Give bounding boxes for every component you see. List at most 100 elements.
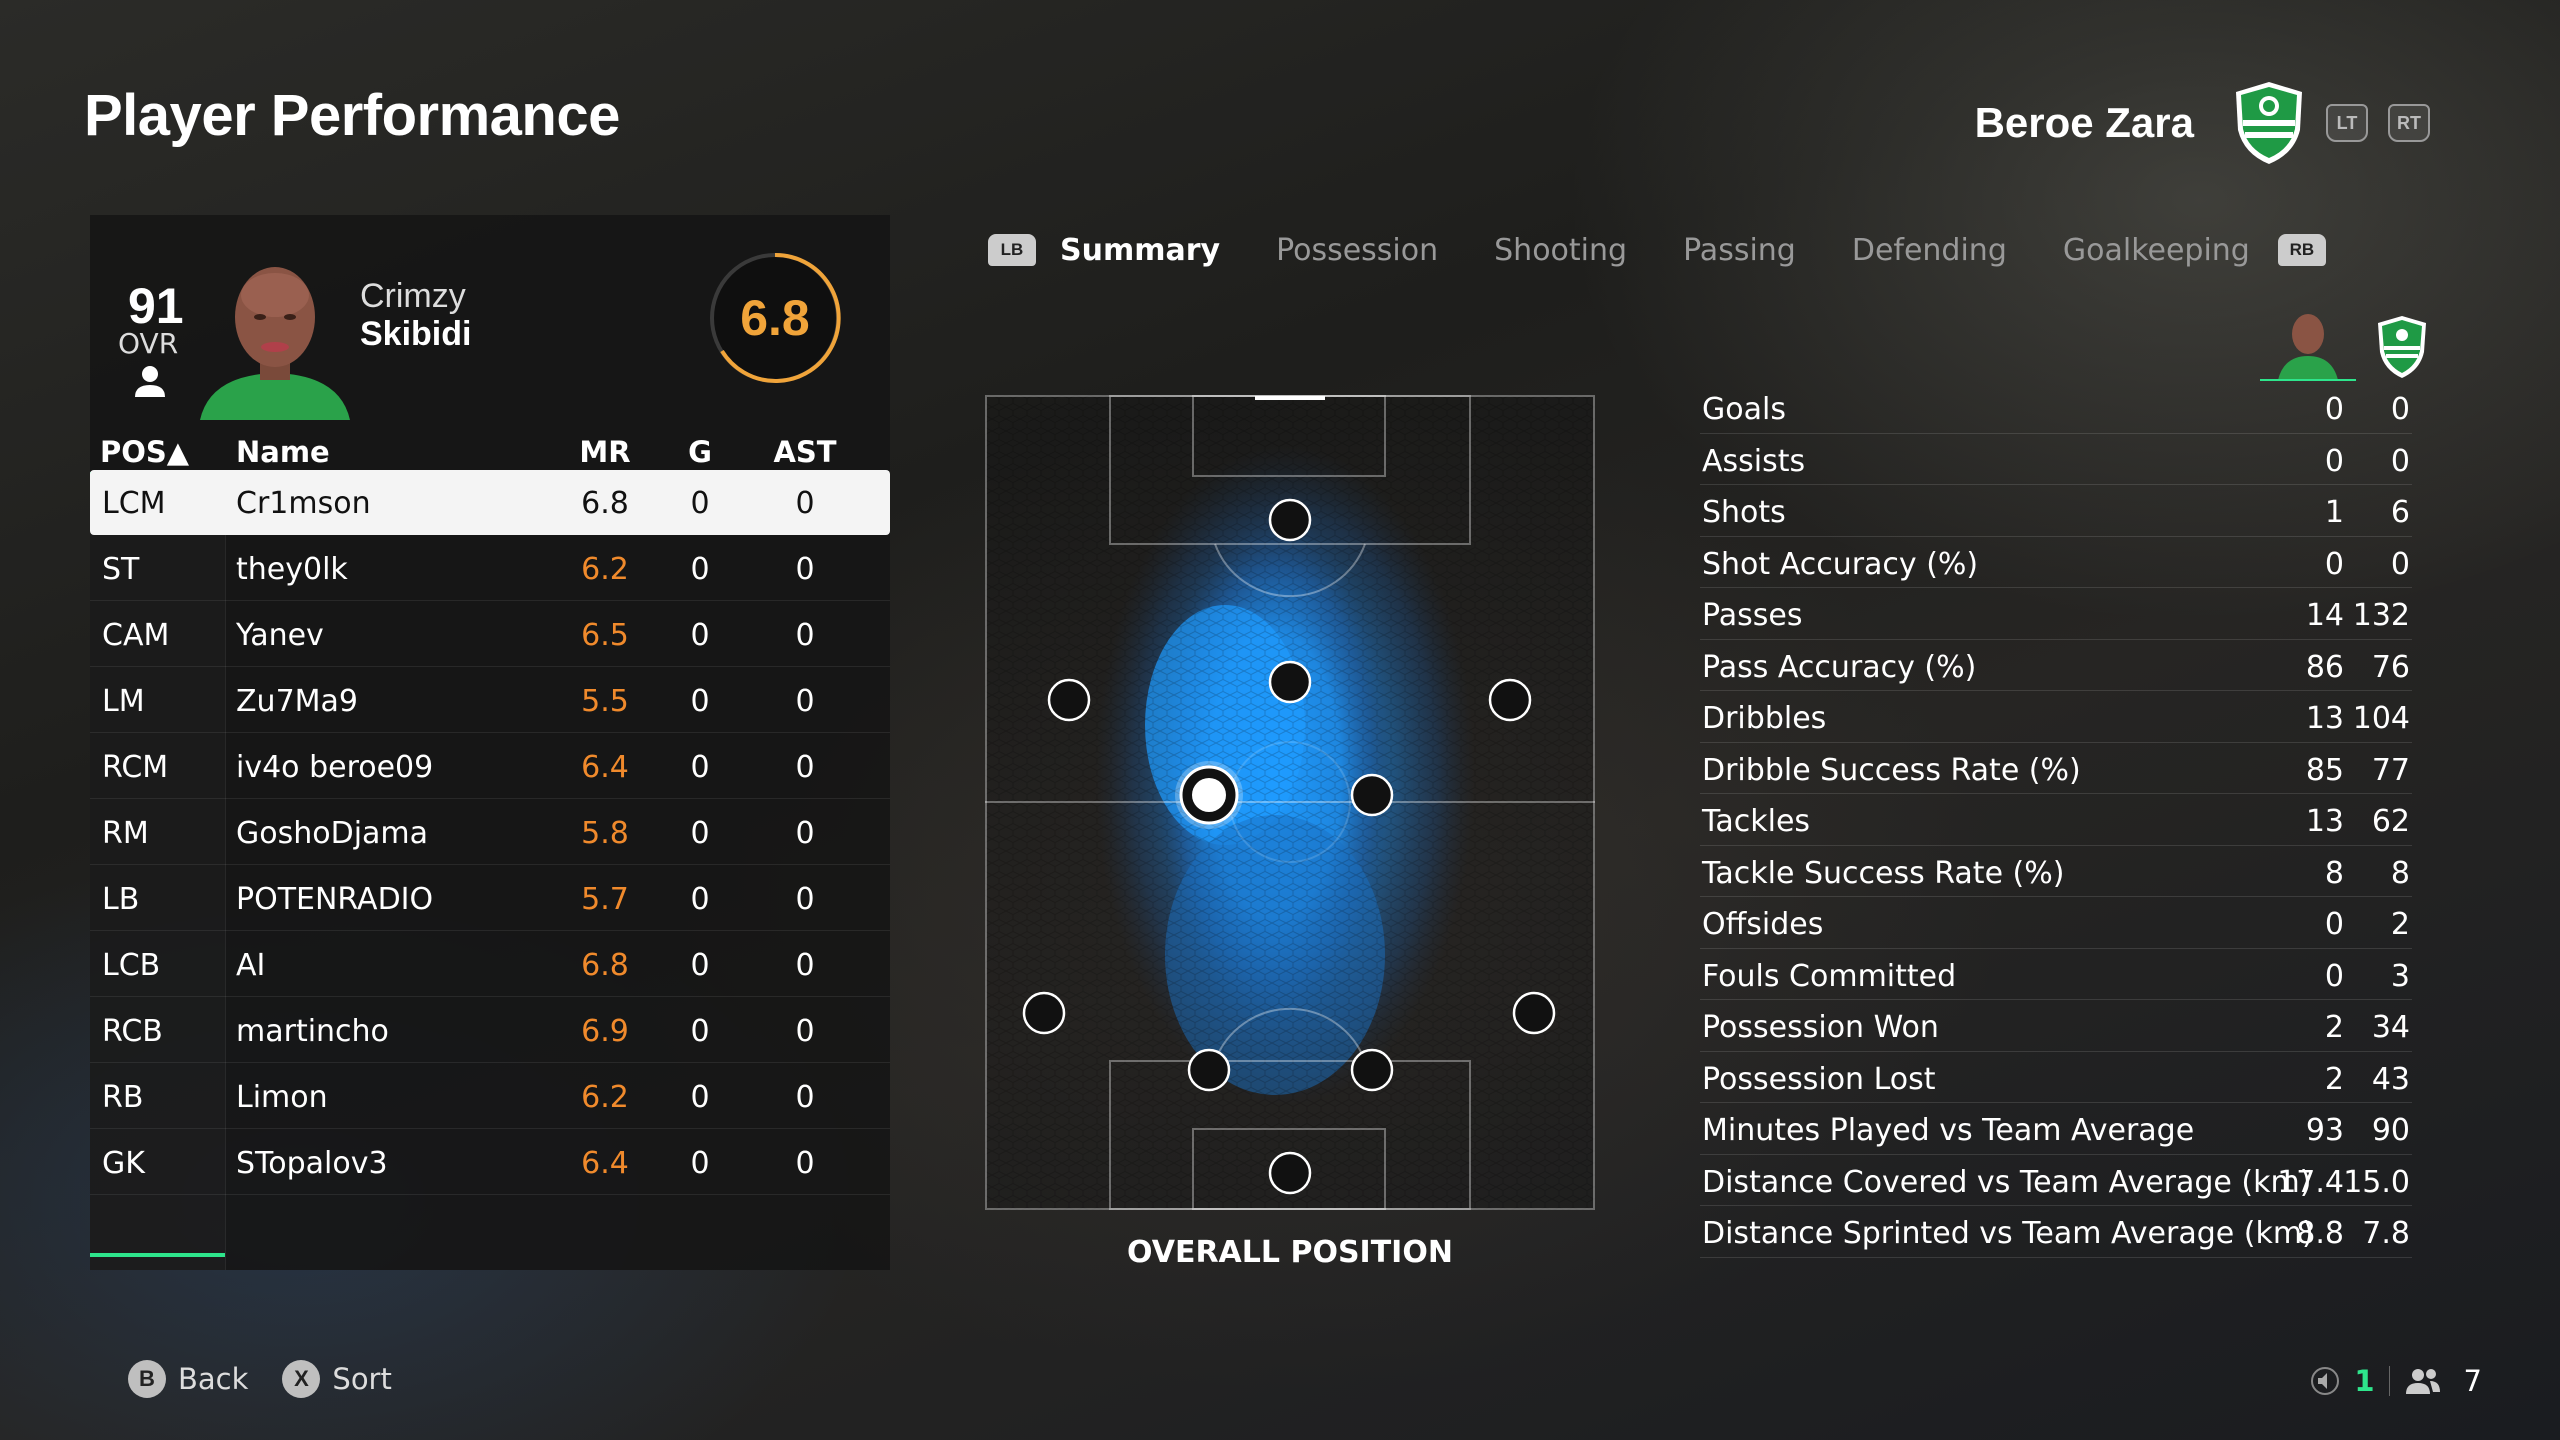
stat-player: 0	[2324, 392, 2344, 427]
stat-team: 7.8	[2362, 1216, 2410, 1251]
tab-possession[interactable]: Possession	[1276, 233, 1438, 268]
stat-player: 17.4	[2277, 1164, 2344, 1200]
team-column-icon	[2378, 316, 2426, 378]
stat-team: 90	[2371, 1113, 2410, 1148]
cell-g: 0	[690, 486, 710, 521]
table-row[interactable]: RCM iv4o beroe09 6.4 0 0	[90, 734, 890, 799]
cell-mr: 6.2	[581, 552, 629, 587]
player-last-name: Skibidi	[360, 315, 472, 353]
table-row[interactable]: RB Limon 6.2 0 0	[90, 1064, 890, 1129]
player-rows: LCM Cr1mson 6.8 0 0 ST they0lk 6.2 0 0 CAM Yanev 6.5…	[90, 470, 890, 1196]
stat-row: Pass Accuracy (%) 86 76	[1700, 640, 2412, 691]
team-name: Beroe Zara	[1974, 99, 2194, 146]
stat-row: Minutes Played vs Team Average 93 90	[1700, 1103, 2412, 1155]
stat-label: Dribbles	[1702, 701, 1827, 736]
table-row[interactable]: LCB AI 6.8 0 0	[90, 932, 890, 997]
tab-shooting[interactable]: Shooting	[1494, 233, 1627, 268]
match-rating: 6.8	[740, 290, 810, 346]
cell-pos: LB	[102, 882, 140, 917]
sort-button[interactable]: X Sort	[282, 1360, 392, 1398]
cell-ast: 0	[795, 1014, 815, 1049]
table-row[interactable]: GK STopalov3 6.4 0 0	[90, 1130, 890, 1195]
stat-player: 8	[2324, 855, 2344, 891]
stat-row: Assists 0 0	[1700, 434, 2412, 485]
stat-row: Fouls Committed 0 3	[1700, 949, 2412, 1000]
users-icon	[2405, 1369, 2440, 1394]
stat-player: 0	[2324, 546, 2344, 582]
stat-row: Passes 14 132	[1700, 588, 2412, 640]
cell-g: 0	[690, 816, 710, 851]
cell-ast: 0	[795, 882, 815, 917]
team-header: Beroe Zara LT RT	[1975, 80, 2430, 166]
stat-player: 2	[2324, 1010, 2344, 1045]
player-list-panel: 91 OVR Crimzy Skibidi 6.8 POS▲ Name MR G…	[90, 215, 890, 1270]
table-row[interactable]: LCM Cr1mson 6.8 0 0	[90, 470, 890, 535]
stat-row: Possession Won 2 34	[1700, 1000, 2412, 1052]
b-button-icon: B	[128, 1360, 166, 1398]
stat-player: 8.8	[2296, 1216, 2344, 1251]
stat-team: 34	[2371, 1010, 2410, 1045]
header-ast[interactable]: AST	[770, 435, 840, 469]
cell-pos: RCB	[102, 1014, 163, 1049]
stat-row: Distance Sprinted vs Team Average (km) 8.…	[1700, 1206, 2412, 1258]
stat-team: 43	[2371, 1061, 2410, 1097]
cell-name: they0lk	[236, 552, 348, 587]
heatmap-label: OVERALL POSITION	[1127, 1235, 1453, 1270]
stat-row: Possession Lost 2 43	[1700, 1052, 2412, 1103]
stat-team: 104	[2352, 701, 2410, 736]
stat-label: Pass Accuracy (%)	[1702, 649, 1977, 685]
tab-defending[interactable]: Defending	[1852, 233, 2007, 268]
table-row[interactable]: LB POTENRADIO 5.7 0 0	[90, 866, 890, 931]
header-g[interactable]: G	[680, 435, 720, 469]
cell-name: GoshoDjama	[236, 816, 429, 851]
cell-ast: 0	[795, 486, 815, 521]
stat-player: 93	[2305, 1113, 2344, 1148]
table-row[interactable]: ST they0lk 6.2 0 0	[90, 536, 890, 601]
cell-ast: 0	[795, 816, 815, 851]
stat-team: 3	[2390, 958, 2410, 994]
stat-row: Tackles 13 62	[1700, 794, 2412, 846]
stat-player: 13	[2305, 701, 2344, 736]
cell-ast: 0	[795, 750, 815, 785]
count-b: 7	[2463, 1364, 2482, 1398]
stat-row: Offsides 0 2	[1700, 897, 2412, 949]
stat-team: 6	[2390, 495, 2410, 530]
cell-mr: 6.5	[581, 618, 629, 653]
player-name: Crimzy Skibidi	[360, 277, 471, 353]
list-scroll-indicator	[90, 1253, 225, 1257]
table-row[interactable]: RM GoshoDjama 5.8 0 0	[90, 800, 890, 865]
stat-team: 0	[2390, 546, 2410, 582]
cell-pos: CAM	[102, 618, 170, 653]
rb-bumper-icon[interactable]: RB	[2277, 234, 2326, 266]
header-pos[interactable]: POS▲	[100, 435, 189, 469]
header-mr[interactable]: MR	[570, 435, 640, 469]
stat-player: 13	[2305, 804, 2344, 839]
table-row[interactable]: CAM Yanev 6.5 0 0	[90, 602, 890, 667]
tab-passing[interactable]: Passing	[1683, 233, 1796, 268]
stat-label: Tackles	[1702, 804, 1811, 839]
tab-goalkeeping[interactable]: Goalkeeping	[2063, 233, 2250, 268]
cell-g: 0	[690, 684, 710, 719]
table-row[interactable]: RCB martincho 6.9 0 0	[90, 998, 890, 1063]
stat-row: Dribbles 13 104	[1700, 691, 2412, 743]
table-row[interactable]: LM Zu7Ma9 5.5 0 0	[90, 668, 890, 733]
header-name[interactable]: Name	[236, 435, 330, 469]
cell-g: 0	[690, 882, 710, 917]
rt-trigger-icon[interactable]: RT	[2388, 104, 2430, 142]
cell-g: 0	[690, 552, 710, 587]
stat-row: Shots 1 6	[1700, 485, 2412, 537]
lt-trigger-icon[interactable]: LT	[2326, 104, 2368, 142]
stat-row: Goals 0 0	[1700, 382, 2412, 434]
cell-ast: 0	[795, 1146, 815, 1181]
tab-summary[interactable]: Summary	[1060, 233, 1220, 268]
cell-mr: 5.8	[581, 816, 629, 851]
lb-bumper-icon[interactable]: LB	[988, 234, 1036, 266]
back-button[interactable]: B Back	[128, 1360, 248, 1398]
cell-g: 0	[690, 618, 710, 653]
sort-label: Sort	[332, 1362, 392, 1396]
cell-g: 0	[690, 1080, 710, 1115]
cell-ast: 0	[795, 552, 815, 587]
cell-pos: LCM	[102, 486, 166, 521]
stat-label: Tackle Success Rate (%)	[1702, 855, 2065, 891]
position-heatmap	[985, 395, 1595, 1210]
